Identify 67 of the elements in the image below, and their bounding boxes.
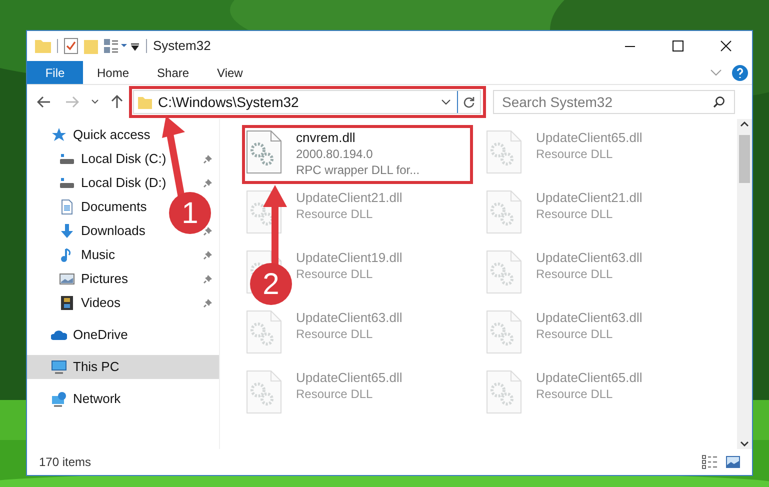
ribbon-tab[interactable]: Home bbox=[83, 61, 144, 84]
close-icon[interactable] bbox=[720, 40, 732, 52]
file-detail: Resource DLL bbox=[536, 146, 614, 162]
file-detail: RPC wrapper DLL for... bbox=[296, 162, 420, 178]
gear-file-icon bbox=[246, 130, 282, 174]
picture-frame-icon bbox=[59, 271, 75, 287]
nav-item[interactable]: Documents bbox=[27, 195, 151, 219]
nav-item[interactable]: Music bbox=[27, 243, 219, 267]
nav-item[interactable]: Local Disk (C:) bbox=[27, 147, 219, 171]
refresh-icon[interactable] bbox=[463, 96, 475, 108]
nav-item[interactable]: Quick access bbox=[27, 123, 154, 147]
file-detail: Resource DLL bbox=[536, 266, 614, 282]
ribbon-tab[interactable]: Share bbox=[143, 61, 204, 84]
file-detail: Resource DLL bbox=[296, 326, 374, 342]
chevron-down-icon[interactable] bbox=[740, 441, 749, 447]
file-detail: Resource DLL bbox=[536, 206, 614, 222]
gear-file-icon bbox=[246, 370, 282, 414]
chevron-down-icon[interactable] bbox=[441, 99, 451, 105]
gear-file-icon bbox=[486, 190, 522, 234]
nav-item[interactable]: Network bbox=[27, 387, 125, 411]
star-icon bbox=[51, 127, 67, 143]
gear-file-icon bbox=[486, 370, 522, 414]
help-icon[interactable] bbox=[732, 64, 748, 80]
scrollbar[interactable] bbox=[737, 119, 752, 449]
drive-icon bbox=[59, 175, 75, 191]
file-detail: Resource DLL bbox=[536, 326, 614, 342]
file-detail: Resource DLL bbox=[296, 386, 374, 402]
nav-item[interactable]: This PC bbox=[27, 355, 219, 379]
large-icons-view-icon[interactable] bbox=[726, 456, 740, 468]
window-title: System32 bbox=[153, 37, 211, 56]
network-icon bbox=[51, 391, 67, 407]
up-arrow-icon[interactable] bbox=[111, 95, 123, 109]
gear-file-icon bbox=[486, 250, 522, 294]
chevron-down-icon[interactable] bbox=[91, 99, 99, 105]
film-icon bbox=[59, 295, 75, 311]
search-icon bbox=[713, 96, 725, 108]
file-detail: Resource DLL bbox=[296, 206, 374, 222]
folder-icon bbox=[138, 96, 152, 108]
drive-icon bbox=[59, 151, 75, 167]
file-detail: 2000.80.194.0 bbox=[296, 146, 374, 162]
nav-item[interactable]: OneDrive bbox=[27, 323, 132, 347]
nav-item[interactable]: Videos bbox=[27, 291, 219, 315]
gear-file-icon bbox=[486, 310, 522, 354]
address-bar[interactable]: C:\Windows\System32 bbox=[133, 90, 481, 114]
ribbon-tab[interactable]: File bbox=[27, 61, 83, 84]
item-count: 170 items bbox=[39, 454, 92, 471]
checkmark-icon[interactable] bbox=[64, 38, 78, 54]
back-arrow-icon[interactable] bbox=[37, 96, 51, 108]
search-field[interactable]: Search System32 bbox=[493, 90, 735, 114]
file-detail: Resource DLL bbox=[536, 386, 614, 402]
address-text: C:\Windows\System32 bbox=[158, 92, 299, 112]
down-arrow-icon bbox=[59, 223, 75, 239]
file-detail: Resource DLL bbox=[296, 266, 374, 282]
nav-item[interactable]: Local Disk (D:) bbox=[27, 171, 219, 195]
dropdown-icon[interactable] bbox=[130, 41, 140, 51]
chevron-up-icon[interactable] bbox=[740, 121, 749, 127]
ribbon-tab[interactable]: View bbox=[203, 61, 257, 84]
details-view-icon[interactable] bbox=[702, 455, 718, 469]
file-name[interactable]: cnvrem.dll bbox=[296, 130, 420, 146]
document-icon bbox=[59, 199, 75, 215]
gear-file-icon bbox=[246, 310, 282, 354]
properties-icon[interactable] bbox=[104, 39, 128, 53]
gear-file-icon bbox=[486, 130, 522, 174]
scrollbar-thumb[interactable] bbox=[739, 135, 750, 183]
monitor-icon bbox=[51, 359, 67, 375]
nav-item[interactable]: Pictures bbox=[27, 267, 219, 291]
maximize-icon[interactable] bbox=[672, 40, 684, 52]
